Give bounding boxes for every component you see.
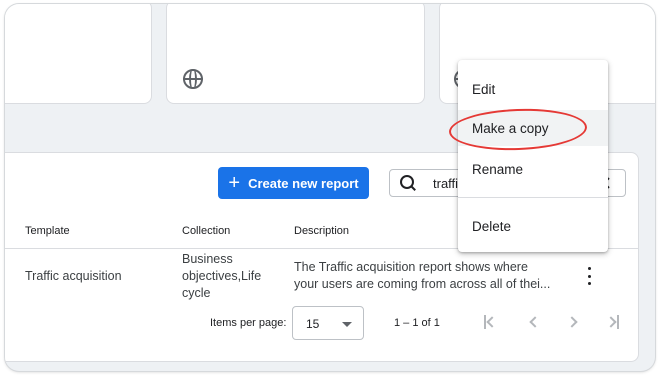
pagination-range: 1 – 1 of 1: [394, 317, 440, 329]
screenshot-frame: + Create new report traffi Template Coll…: [5, 4, 655, 371]
row-description: The Traffic acquisition report shows whe…: [294, 259, 564, 293]
column-header-description[interactable]: Description: [294, 225, 349, 237]
create-new-report-button[interactable]: + Create new report: [218, 167, 369, 199]
items-per-page-label: Items per page:: [210, 317, 287, 329]
row-collection: Business objectives,Life cycle: [182, 252, 262, 300]
report-card-middle[interactable]: [166, 4, 425, 104]
search-input-value[interactable]: traffi: [433, 176, 461, 191]
menu-item-delete[interactable]: Delete: [458, 208, 608, 244]
row-context-menu: Edit Make a copy Rename Delete: [458, 60, 608, 252]
next-page-icon[interactable]: [566, 315, 582, 329]
column-header-collection[interactable]: Collection: [182, 225, 230, 237]
column-header-template[interactable]: Template: [25, 225, 70, 237]
menu-item-rename[interactable]: Rename: [458, 151, 608, 187]
create-new-report-label: Create new report: [248, 175, 359, 191]
report-card-left[interactable]: [5, 4, 152, 104]
menu-divider: [458, 197, 608, 198]
plus-icon: +: [228, 172, 241, 194]
menu-item-edit[interactable]: Edit: [458, 71, 608, 107]
globe-icon: [183, 69, 203, 89]
more-options-icon[interactable]: [584, 267, 594, 285]
dropdown-arrow-icon: [342, 322, 352, 327]
first-page-icon[interactable]: [483, 315, 499, 329]
search-icon: [400, 175, 416, 191]
last-page-icon[interactable]: [605, 315, 621, 329]
previous-page-icon[interactable]: [526, 315, 542, 329]
items-per-page-select[interactable]: 15: [292, 306, 364, 340]
items-per-page-value: 15: [306, 317, 320, 331]
row-description-line-1: The Traffic acquisition report shows whe…: [294, 260, 528, 274]
row-description-line-2: your users are coming from across all of…: [294, 277, 551, 291]
row-template-name[interactable]: Traffic acquisition: [25, 268, 122, 285]
